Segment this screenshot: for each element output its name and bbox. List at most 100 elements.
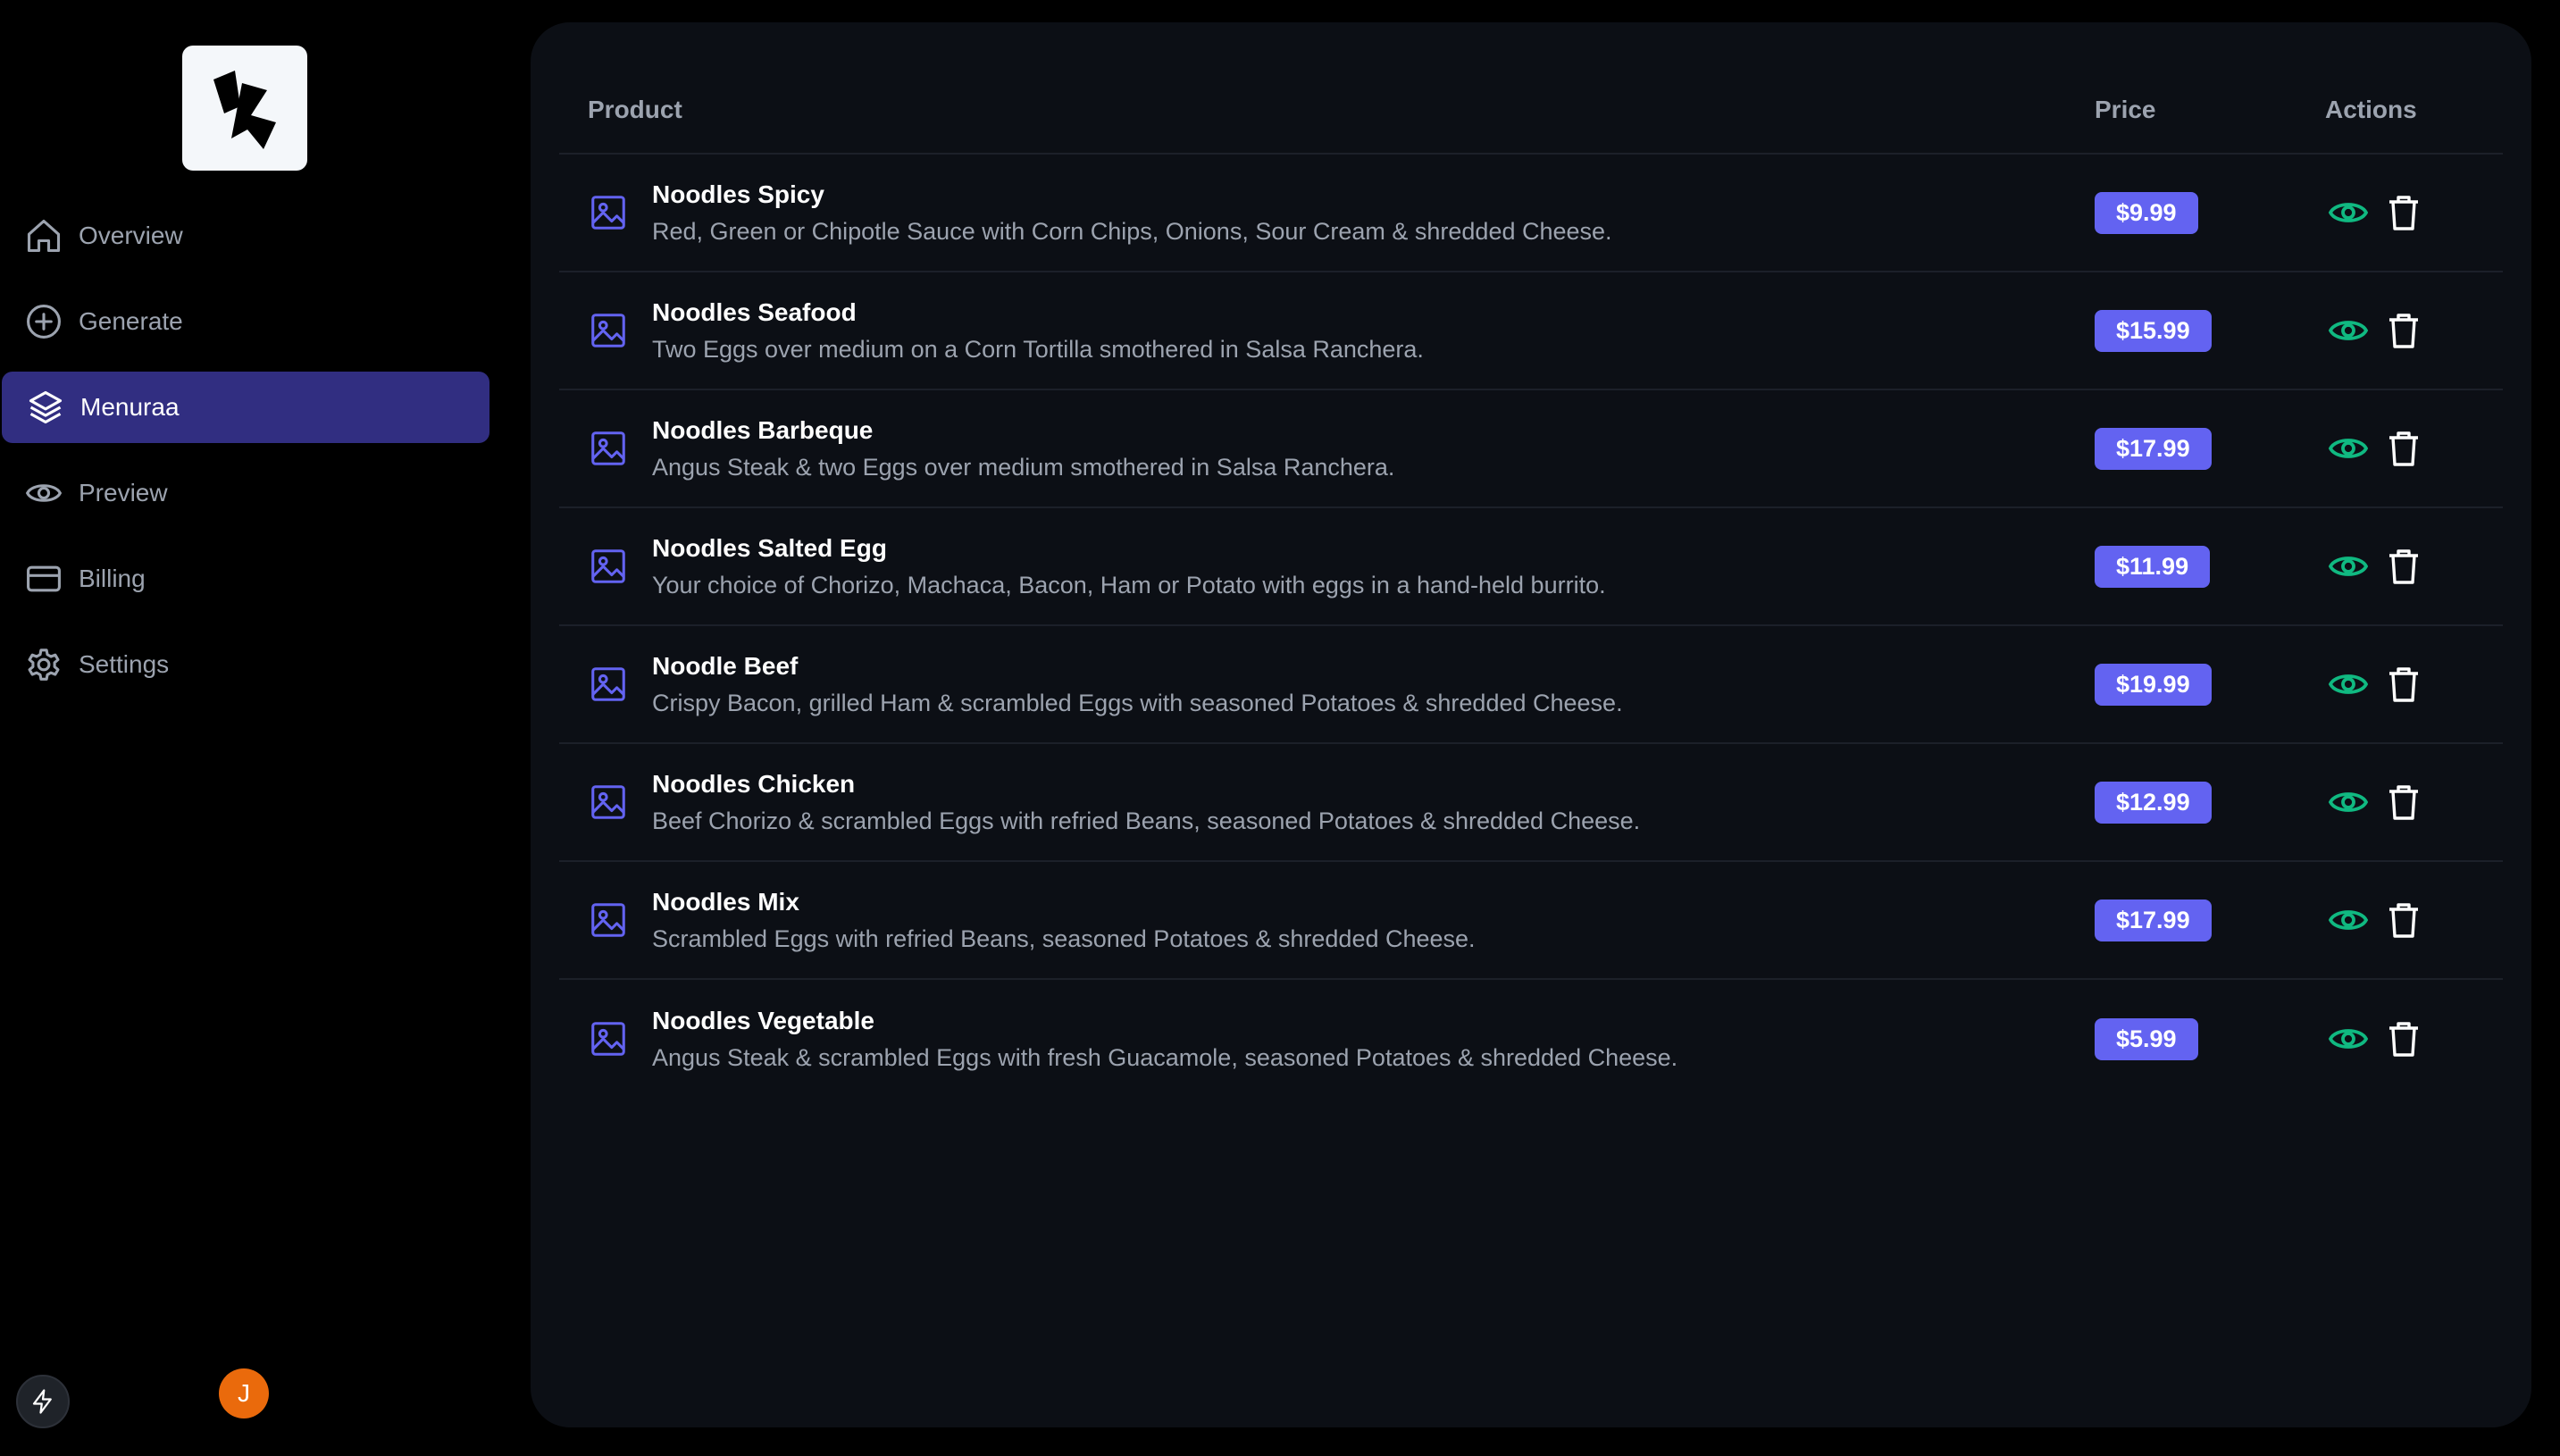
- bolt-icon: [32, 1389, 52, 1414]
- table-row: Noodles Barbeque Angus Steak & two Eggs …: [559, 390, 2503, 508]
- delete-button[interactable]: [2380, 1016, 2427, 1062]
- sidebar-item-label: Generate: [79, 307, 183, 335]
- trash-icon: [2389, 903, 2418, 938]
- image-placeholder-icon: [591, 667, 625, 701]
- product-description: Your choice of Chorizo, Machaca, Bacon, …: [652, 571, 1606, 598]
- view-button[interactable]: [2325, 307, 2372, 354]
- sidebar-item-label: Overview: [79, 222, 183, 249]
- eye-icon: [2328, 556, 2369, 576]
- header-actions: Actions: [2325, 96, 2417, 123]
- sidebar-item-generate[interactable]: Generate: [0, 286, 489, 357]
- gear-icon: [23, 644, 64, 685]
- product-description: Angus Steak & two Eggs over medium smoth…: [652, 453, 1395, 481]
- delete-button[interactable]: [2380, 779, 2427, 825]
- eye-icon: [2328, 792, 2369, 812]
- table-row: Noodles Seafood Two Eggs over medium on …: [559, 272, 2503, 390]
- trash-icon: [2389, 314, 2418, 348]
- table-header: Product Price Actions: [559, 67, 2503, 155]
- eye-icon: [2328, 203, 2369, 222]
- image-placeholder-icon: [591, 785, 625, 819]
- sidebar-item-preview[interactable]: Preview: [0, 457, 489, 529]
- image-placeholder-icon: [591, 549, 625, 583]
- sidebar-item-billing[interactable]: Billing: [0, 543, 489, 615]
- trash-icon: [2389, 667, 2418, 702]
- sidebar-nav: Overview Generate Menuraa Preview Billin…: [0, 200, 489, 715]
- sidebar-item-menuraa[interactable]: Menuraa: [2, 372, 489, 443]
- view-button[interactable]: [2325, 425, 2372, 472]
- product-description: Crispy Bacon, grilled Ham & scrambled Eg…: [652, 689, 1623, 716]
- view-button[interactable]: [2325, 543, 2372, 590]
- avatar-initial: J: [238, 1379, 250, 1407]
- image-placeholder-icon: [591, 196, 625, 230]
- image-placeholder-icon: [591, 903, 625, 937]
- price-badge: $19.99: [2095, 663, 2212, 706]
- eye-icon: [2328, 1029, 2369, 1049]
- price-badge: $9.99: [2095, 191, 2198, 234]
- avatar[interactable]: J: [219, 1368, 269, 1418]
- price-badge: $15.99: [2095, 309, 2212, 352]
- table-row: Noodles Spicy Red, Green or Chipotle Sau…: [559, 155, 2503, 272]
- product-table: Product Price Actions Noodles Spicy Red,…: [559, 67, 2503, 1098]
- eye-icon: [2328, 910, 2369, 930]
- price-badge: $11.99: [2095, 545, 2211, 588]
- sidebar-item-label: Billing: [79, 565, 146, 592]
- price-badge: $5.99: [2095, 1017, 2198, 1060]
- table-row: Noodles Mix Scrambled Eggs with refried …: [559, 862, 2503, 980]
- image-placeholder-icon: [591, 314, 625, 347]
- product-name: Noodles Salted Egg: [652, 533, 887, 562]
- main-panel: Product Price Actions Noodles Spicy Red,…: [531, 22, 2531, 1427]
- header-price[interactable]: Price: [2095, 96, 2325, 124]
- logo-mark-icon: [213, 71, 276, 149]
- product-name: Noodles Chicken: [652, 769, 856, 798]
- image-placeholder-icon: [591, 431, 625, 465]
- product-description: Angus Steak & scrambled Eggs with fresh …: [652, 1043, 1678, 1071]
- eye-icon: [2328, 321, 2369, 340]
- plus-circle-icon: [23, 301, 64, 342]
- delete-button[interactable]: [2380, 897, 2427, 943]
- delete-button[interactable]: [2380, 307, 2427, 354]
- product-name: Noodles Barbeque: [652, 415, 874, 444]
- delete-button[interactable]: [2380, 661, 2427, 707]
- sidebar-item-label: Menuraa: [80, 393, 180, 421]
- price-badge: $12.99: [2095, 781, 2212, 824]
- price-badge: $17.99: [2095, 427, 2212, 470]
- trash-icon: [2389, 785, 2418, 820]
- view-button[interactable]: [2325, 189, 2372, 236]
- delete-button[interactable]: [2380, 543, 2427, 590]
- image-placeholder-icon: [591, 1022, 625, 1056]
- sidebar-item-label: Settings: [79, 650, 170, 678]
- layers-icon: [25, 387, 66, 428]
- delete-button[interactable]: [2380, 425, 2427, 472]
- trash-icon: [2389, 431, 2418, 466]
- eye-icon: [2328, 439, 2369, 458]
- product-description: Beef Chorizo & scrambled Eggs with refri…: [652, 807, 1641, 834]
- trash-icon: [2389, 196, 2418, 230]
- view-button[interactable]: [2325, 779, 2372, 825]
- sidebar-item-overview[interactable]: Overview: [0, 200, 489, 272]
- product-name: Noodles Spicy: [652, 180, 824, 208]
- view-button[interactable]: [2325, 897, 2372, 943]
- credit-card-icon: [23, 558, 64, 599]
- table-row: Noodle Beef Crispy Bacon, grilled Ham & …: [559, 626, 2503, 744]
- sidebar: Overview Generate Menuraa Preview Billin…: [0, 0, 500, 1456]
- view-button[interactable]: [2325, 1016, 2372, 1062]
- product-description: Two Eggs over medium on a Corn Tortilla …: [652, 335, 1424, 363]
- product-name: Noodles Mix: [652, 887, 799, 916]
- header-product[interactable]: Product: [559, 96, 2095, 124]
- app-logo[interactable]: [182, 46, 307, 171]
- sidebar-item-label: Preview: [79, 479, 168, 506]
- price-badge: $17.99: [2095, 899, 2212, 941]
- view-button[interactable]: [2325, 661, 2372, 707]
- table-body: Noodles Spicy Red, Green or Chipotle Sau…: [559, 155, 2503, 1098]
- sidebar-item-settings[interactable]: Settings: [0, 629, 489, 700]
- product-description: Scrambled Eggs with refried Beans, seaso…: [652, 925, 1476, 952]
- trash-icon: [2389, 549, 2418, 584]
- product-name: Noodle Beef: [652, 651, 799, 680]
- eye-icon: [2328, 674, 2369, 694]
- eye-icon: [23, 473, 64, 514]
- product-name: Noodles Vegetable: [652, 1006, 874, 1034]
- bolt-button[interactable]: [16, 1375, 70, 1428]
- delete-button[interactable]: [2380, 189, 2427, 236]
- app: Overview Generate Menuraa Preview Billin…: [0, 0, 2560, 1456]
- product-name: Noodles Seafood: [652, 297, 857, 326]
